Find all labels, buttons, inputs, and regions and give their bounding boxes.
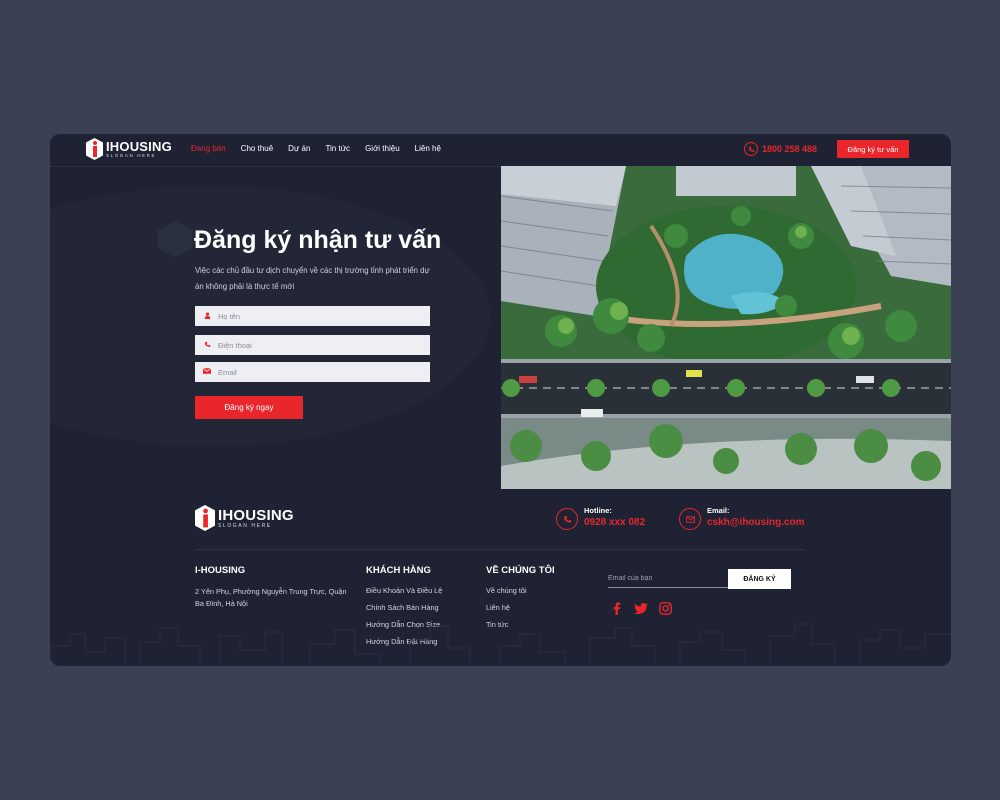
footer-company-column: I-HOUSING 2 Yên Phụ, Phường Nguyễn Trung… (195, 565, 355, 610)
social-links (610, 601, 672, 615)
twitter-icon[interactable] (634, 601, 648, 615)
newsletter-form: ĐĂNG KÝ (608, 569, 791, 589)
hotline-label: Hotline: (584, 506, 612, 515)
footer-link-sales-policy[interactable]: Chính Sách Bán Hàng (366, 603, 442, 612)
newsletter-subscribe-button[interactable]: ĐĂNG KÝ (728, 569, 791, 589)
register-now-button[interactable]: Đăng ký ngay (195, 396, 303, 419)
customers-title: KHÁCH HÀNG (366, 565, 431, 576)
email-field[interactable] (195, 362, 430, 382)
nav-item-tin-tuc[interactable]: Tin tức (325, 144, 350, 153)
city-skyline-decoration (50, 623, 951, 666)
aerial-residential-complex-photo (501, 166, 951, 489)
footer-brand-slogan: SLOGAN HERE (218, 522, 272, 529)
main-nav: Đang bán Cho thuê Dự án Tin tức Giới thi… (191, 144, 441, 153)
hotline-number: 0928 xxx 082 (584, 517, 646, 528)
email-input[interactable] (216, 367, 418, 377)
name-field[interactable] (195, 306, 430, 326)
nav-item-lien-he[interactable]: Liên hệ (415, 144, 441, 153)
phone-icon (198, 341, 216, 350)
site-footer: IHOUSING SLOGAN HERE Hotline: 0928 xxx 0… (50, 489, 951, 666)
site-header: IHOUSING SLOGAN HERE Đang bán Cho thuê D… (50, 134, 951, 167)
phone-icon (556, 508, 578, 530)
footer-divider (195, 549, 805, 550)
newsletter-email-input[interactable] (608, 569, 728, 588)
hexagon-i-logo-icon (86, 138, 103, 160)
footer-link-terms[interactable]: Điều Khoản Và Điều Lệ (366, 586, 442, 595)
page-frame: IHOUSING SLOGAN HERE Đang bán Cho thuê D… (50, 134, 951, 666)
hero-description: Việc các chủ đầu tư dịch chuyển về các t… (195, 266, 430, 291)
nav-item-du-an[interactable]: Dự án (288, 144, 310, 153)
footer-link-about-us[interactable]: Về chúng tôi (486, 586, 555, 595)
hero-title: Đăng ký nhận tư vấn (194, 226, 442, 254)
phone-field[interactable] (195, 335, 430, 355)
nav-item-cho-thue[interactable]: Cho thuê (241, 144, 273, 153)
header-phone-number: 1800 258 488 (762, 144, 818, 154)
phone-icon (744, 142, 758, 156)
header-phone[interactable]: 1800 258 488 (744, 142, 817, 156)
email-address: cskh@ihousing.com (707, 517, 805, 528)
footer-link-contact[interactable]: Liên hệ (486, 603, 555, 612)
brand-logo[interactable]: IHOUSING SLOGAN HERE (86, 138, 172, 160)
consult-button[interactable]: Đăng ký tư vấn (837, 140, 909, 158)
hexagon-i-logo-icon (195, 505, 215, 531)
footer-brand-logo[interactable]: IHOUSING SLOGAN HERE (195, 504, 294, 532)
company-title: I-HOUSING (195, 565, 246, 576)
hero-section: Đăng ký nhận tư vấn Việc các chủ đầu tư … (50, 166, 951, 489)
envelope-icon (198, 367, 216, 376)
brand-name: IHOUSING (106, 138, 172, 154)
facebook-icon[interactable] (610, 601, 624, 615)
nav-item-gioi-thieu[interactable]: Giới thiệu (365, 144, 400, 153)
company-address: 2 Yên Phụ, Phường Nguyễn Trung Trực, Quậ… (195, 587, 347, 608)
about-title: VỀ CHÚNG TÔI (486, 565, 555, 576)
footer-hotline[interactable]: Hotline: 0928 xxx 082 (556, 506, 645, 530)
envelope-icon (679, 508, 701, 530)
footer-brand-name: IHOUSING (218, 506, 294, 524)
name-input[interactable] (216, 311, 418, 321)
instagram-icon[interactable] (658, 601, 672, 615)
user-icon (198, 311, 216, 321)
footer-email[interactable]: Email: cskh@ihousing.com (679, 506, 805, 530)
brand-slogan: SLOGAN HERE (106, 152, 157, 158)
email-label: Email: (707, 506, 730, 515)
phone-input[interactable] (216, 340, 418, 350)
nav-item-dang-ban[interactable]: Đang bán (191, 144, 226, 153)
